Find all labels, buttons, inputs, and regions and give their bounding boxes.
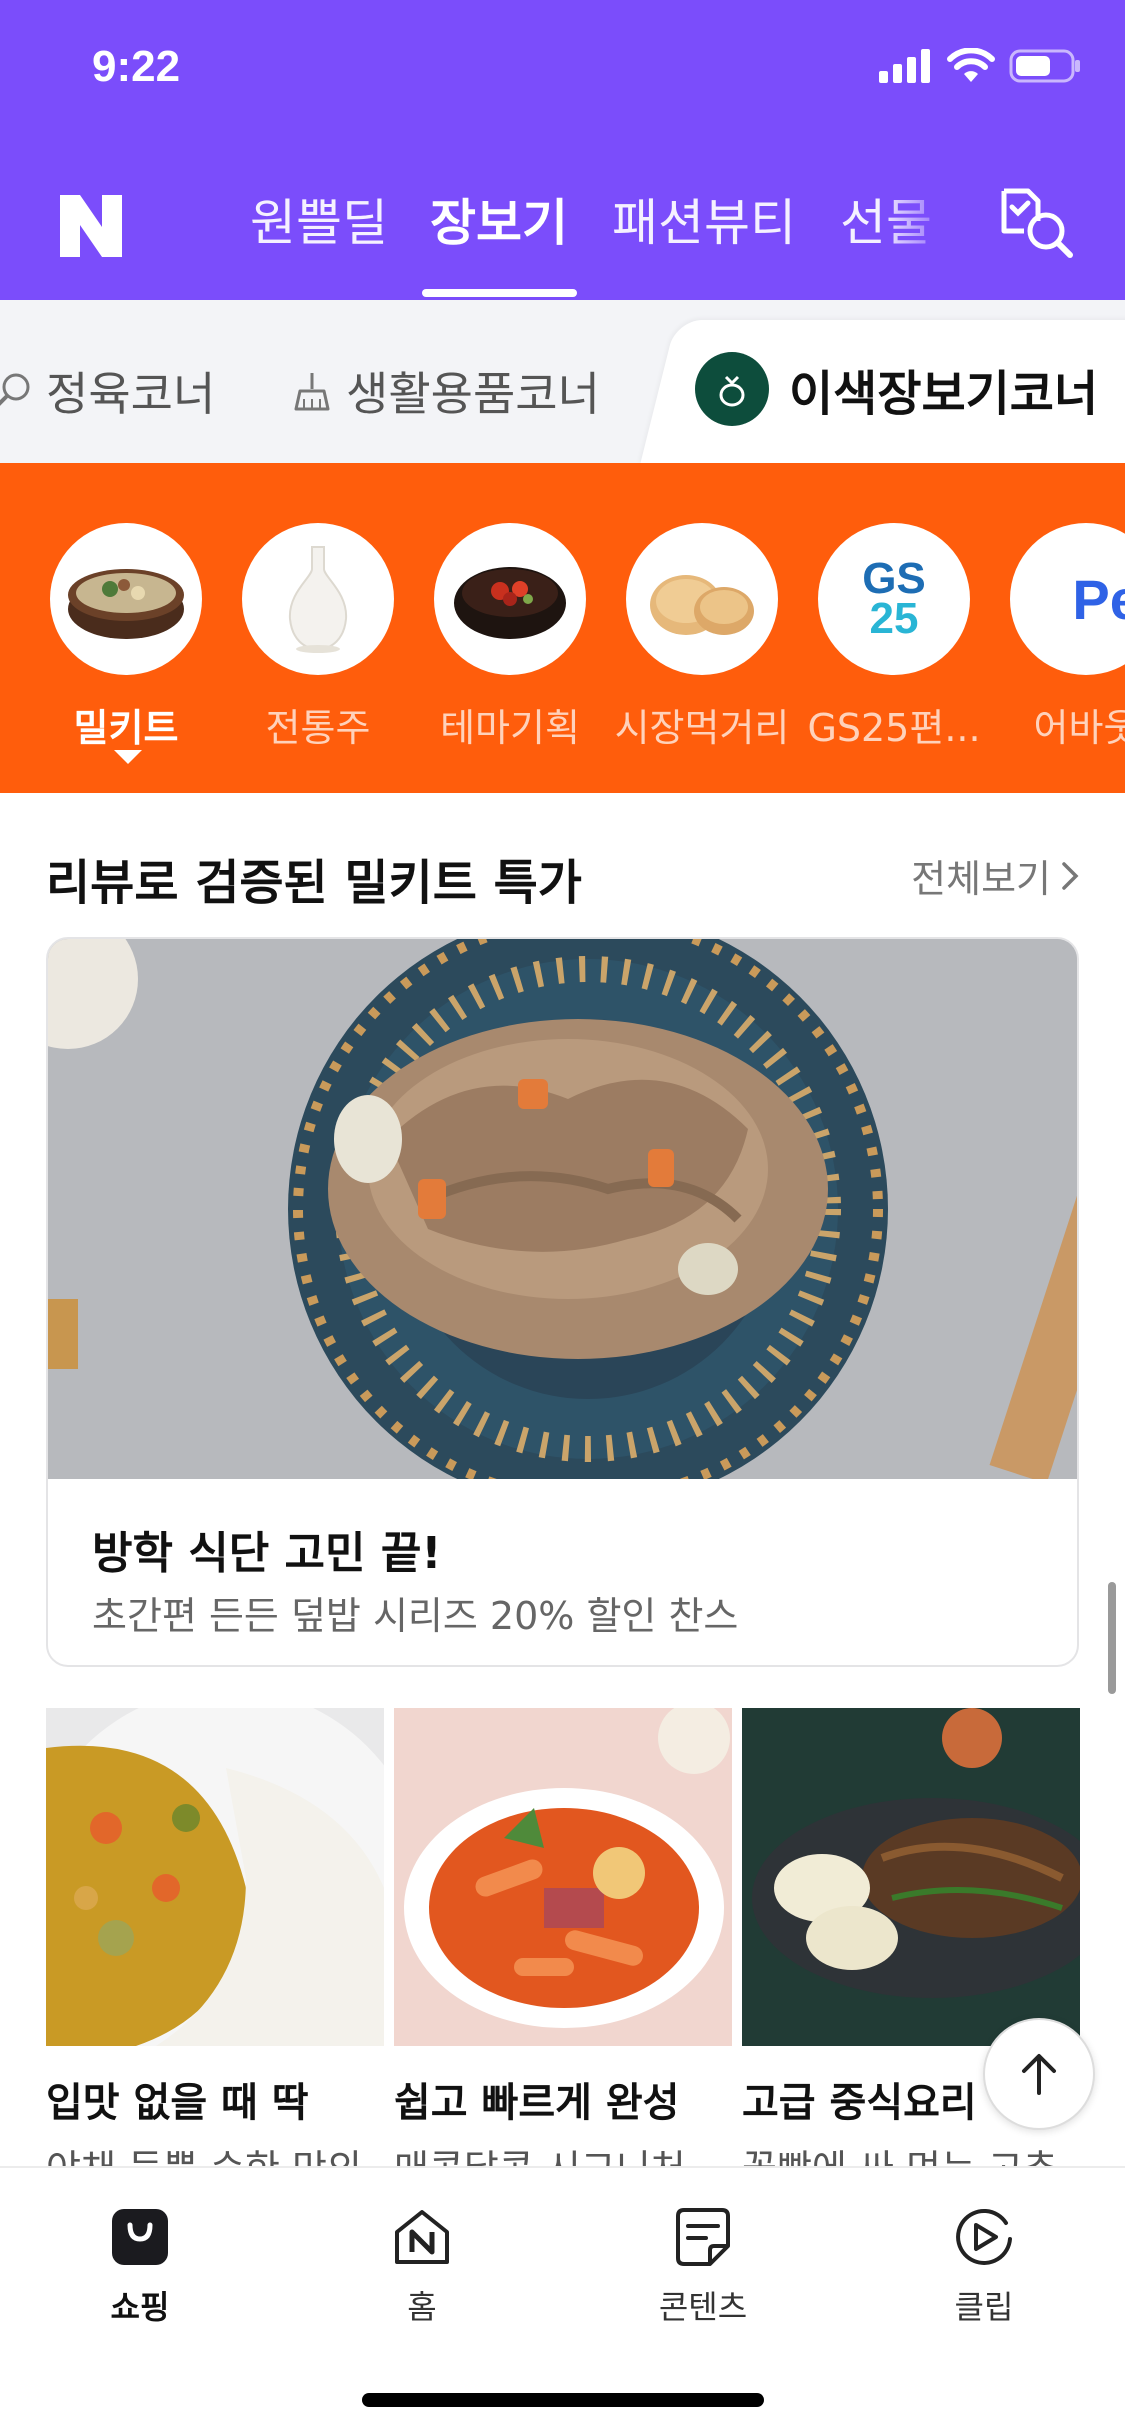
product-image-chinese [742, 1708, 1080, 2046]
hero-title: 방학 식단 고민 끝! [92, 1528, 442, 1579]
scrollbar[interactable] [1108, 1582, 1116, 1694]
home-indicator [362, 2393, 764, 2407]
corner-special[interactable]: 이색장보기코너 [695, 352, 1098, 426]
home-icon [389, 2204, 455, 2270]
category-liquor-label: 전통주 [265, 706, 371, 750]
corner-household[interactable]: 생활용품코너 [290, 358, 600, 424]
category-gs25[interactable]: GS 25 GS25편... [804, 523, 984, 752]
section-title: 리뷰로 검증된 밀키트 특가 [46, 855, 582, 911]
active-tab-indicator [422, 289, 577, 297]
bottom-nav-contents-label: 콘텐츠 [658, 2288, 748, 2326]
broom-icon [294, 373, 330, 411]
bottom-nav-contents[interactable]: 콘텐츠 [623, 2204, 783, 2328]
status-icons [879, 48, 1081, 84]
product-title: 입맛 없을 때 딱 [46, 2080, 309, 2126]
wifi-icon [947, 48, 995, 82]
naver-logo-icon[interactable] [58, 193, 124, 259]
hero-subtitle: 초간편 든든 덮밥 시리즈 20% 할인 찬스 [92, 1594, 739, 1638]
tab-fashion-beauty[interactable]: 패션뷰티 [612, 183, 796, 255]
bottom-nav-clip-label: 클립 [954, 2288, 1014, 2326]
gs25-logo-text-1: GS [862, 553, 926, 603]
pouch-icon [719, 375, 745, 407]
see-all-label: 전체보기 [911, 857, 1051, 901]
category-mealkit[interactable]: 밀키트 [36, 523, 216, 752]
top-nav-tabs: 원쁠딜 장보기 패션뷰티 선물 [0, 165, 1125, 300]
contents-icon [670, 2204, 736, 2270]
bottom-nav-clip[interactable]: 클립 [904, 2204, 1064, 2328]
see-all-link[interactable]: 전체보기 [911, 848, 1081, 903]
bottom-nav-shopping[interactable]: 쇼핑 [60, 2204, 220, 2328]
product-image-tteokbokki [394, 1708, 732, 2046]
shopping-bag-icon [107, 2204, 173, 2270]
category-theme-image [434, 523, 586, 675]
hero-card[interactable]: 방학 식단 고민 끝! 초간편 든든 덮밥 시리즈 20% 할인 찬스 [46, 937, 1079, 1667]
product-grid: 입맛 없을 때 딱 야채 듬뿍 순한 맛의 쉽고 빠르게 완성 매콤달콤 시그니… [46, 1708, 1080, 2191]
app-header: 9:22 원쁠딜 장보기 패션뷰티 [0, 0, 1125, 300]
corner-badge [695, 352, 769, 426]
product-card[interactable]: 입맛 없을 때 딱 야채 듬뿍 순한 맛의 [46, 1708, 384, 2193]
category-theme-label: 테마기획 [440, 706, 580, 750]
hero-image [48, 939, 1077, 1479]
clip-play-icon [951, 2204, 1017, 2270]
corner-special-label: 이색장보기코너 [789, 366, 1099, 422]
gs25-logo: GS 25 [818, 523, 970, 675]
category-market-image [626, 523, 778, 675]
tabs-fade-right [880, 185, 970, 275]
category-about-pet-label: 어바웃 [1033, 706, 1125, 750]
product-image-curry [46, 1708, 384, 2046]
product-card[interactable]: 쉽고 빠르게 완성 매콤달콤 시그니처 [394, 1708, 732, 2193]
arrow-up-icon [1022, 2054, 1056, 2095]
category-traditional-liquor[interactable]: 전통주 [228, 523, 408, 752]
shopping-search-icon[interactable] [994, 179, 1076, 261]
bottom-nav-home-label: 홈 [407, 2288, 437, 2326]
status-time: 9:22 [92, 42, 181, 91]
battery-icon [1009, 49, 1080, 83]
status-bar: 9:22 [0, 0, 1125, 140]
category-row: 밀키트 전통주 테마기획 시장먹거리 GS 25 GS25편... P 어바웃 [0, 463, 1125, 793]
category-mealkit-image [50, 523, 202, 675]
meat-icon [0, 373, 30, 406]
gs25-logo-text-2: 25 [869, 594, 919, 643]
tab-grocery[interactable]: 장보기 [430, 183, 568, 255]
corner-meat[interactable]: 정육코너 [0, 358, 215, 424]
category-market-label: 시장먹거리 [614, 706, 790, 750]
tabs-fade-left [126, 185, 186, 275]
about-pet-logo: Pet [1010, 523, 1125, 675]
tab-wonpeul-deal[interactable]: 원쁠딜 [250, 183, 388, 255]
category-liquor-image [242, 523, 394, 675]
product-title: 쉽고 빠르게 완성 [394, 2080, 680, 2126]
corner-household-label: 생활용품코너 [346, 367, 600, 421]
category-theme[interactable]: 테마기획 [420, 523, 600, 752]
category-gs25-label: GS25편... [807, 706, 981, 750]
category-mealkit-label: 밀키트 [73, 706, 179, 750]
corner-meat-label: 정육코너 [46, 367, 216, 421]
bottom-nav-shopping-label: 쇼핑 [110, 2288, 170, 2326]
bottom-nav-home[interactable]: 홈 [342, 2204, 502, 2328]
category-about-pet[interactable]: Pet 어바웃 [996, 523, 1125, 752]
about-pet-logo-text: Pet [1072, 567, 1125, 631]
scroll-to-top-button[interactable] [983, 2018, 1095, 2130]
category-active-caret [114, 750, 142, 764]
category-market-food[interactable]: 시장먹거리 [612, 523, 792, 752]
chevron-right-icon [1062, 861, 1079, 890]
signal-icon [879, 49, 930, 83]
